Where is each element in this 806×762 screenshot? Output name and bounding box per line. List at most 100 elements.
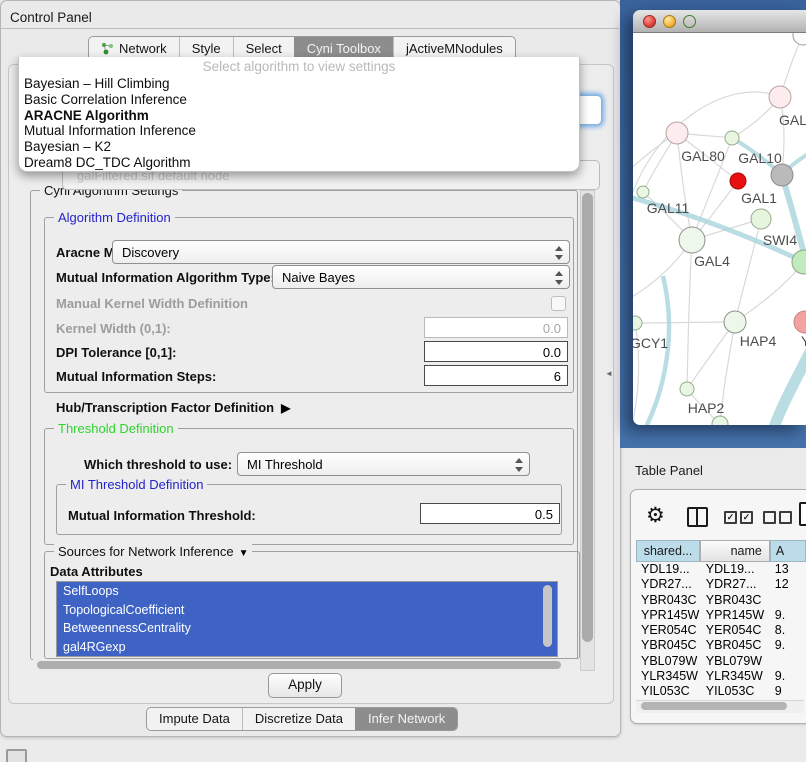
attribute-list-scrollbar[interactable]	[543, 585, 552, 647]
table-row[interactable]: YLR345WYLR345W9.	[636, 669, 806, 684]
table-row[interactable]: YDL19...YDL19...13	[636, 562, 806, 577]
column-header-name[interactable]: name	[700, 540, 769, 562]
table-cell	[771, 593, 806, 608]
tab-label: Impute Data	[159, 708, 230, 730]
table-cell: YBL079W	[701, 654, 771, 669]
network-node[interactable]	[712, 416, 728, 425]
column-header-next[interactable]: A	[770, 540, 806, 562]
control-panel-titlebar	[0, 0, 619, 29]
network-node[interactable]	[637, 186, 649, 198]
attribute-item[interactable]: TopologicalCoefficient	[57, 601, 557, 620]
mi-threshold-field[interactable]: 0.5	[420, 503, 560, 524]
deselect-all-checkbox-icon[interactable]	[763, 511, 776, 524]
dropdown-item[interactable]: Dream8 DC_TDC Algorithm	[19, 155, 579, 171]
control-panel-title: Control Panel	[10, 10, 92, 25]
settings-vertical-scrollbar-thumb[interactable]	[582, 193, 593, 642]
table-horizontal-scrollbar-thumb[interactable]	[641, 702, 787, 710]
network-window[interactable]: GALGAL80GAL10GAL1GAL11SWI4GAL4GCY1HAP4YH…	[633, 10, 806, 425]
dpi-tolerance-field[interactable]: 0.0	[424, 341, 568, 362]
group-title: Threshold Definition	[54, 421, 178, 436]
spinner-arrows-icon	[514, 458, 523, 472]
column-header-shared-name[interactable]: shared...	[636, 540, 700, 562]
dropdown-item[interactable]: Basic Correlation Inference	[19, 92, 579, 108]
table-cell: YBR043C	[701, 593, 771, 608]
tab-discretize-data[interactable]: Discretize Data	[242, 708, 355, 730]
mi-type-combo[interactable]: Naive Bayes	[272, 265, 570, 289]
table-row[interactable]: YIL053CYIL053C9	[636, 684, 806, 699]
table-cell: 13	[771, 562, 806, 577]
dpi-tolerance-label: DPI Tolerance [0,1]:	[56, 345, 176, 360]
network-node[interactable]	[771, 164, 793, 186]
manual-kernel-checkbox[interactable]	[551, 296, 566, 311]
network-node[interactable]	[725, 131, 739, 145]
network-canvas[interactable]: GALGAL80GAL10GAL1GAL11SWI4GAL4GCY1HAP4YH…	[633, 33, 806, 425]
table-cell: 9.	[771, 669, 806, 684]
close-traffic-light-icon[interactable]	[643, 15, 656, 28]
table-cell: YER054C	[636, 623, 701, 638]
gear-icon[interactable]: ⚙	[646, 503, 665, 528]
tab-label: Infer Network	[368, 708, 445, 730]
group-title: Algorithm Definition	[54, 210, 175, 225]
tab-impute-data[interactable]: Impute Data	[147, 708, 242, 730]
which-threshold-label: Which threshold to use:	[84, 457, 232, 472]
attribute-item[interactable]: SelfLoops	[57, 582, 557, 601]
table-row[interactable]: YBL079WYBL079W	[636, 654, 806, 669]
table-row[interactable]: YPR145WYPR145W9.	[636, 608, 806, 623]
columns-icon[interactable]	[687, 507, 708, 527]
node-label: GAL1	[741, 190, 777, 206]
network-node[interactable]	[680, 382, 694, 396]
dropdown-item[interactable]: ARACNE Algorithm	[19, 108, 579, 124]
select-all-checkbox-icon[interactable]: ✓	[724, 511, 737, 524]
node-label: GAL10	[738, 150, 782, 166]
network-node[interactable]	[666, 122, 688, 144]
network-node[interactable]	[792, 250, 806, 274]
dropdown-item[interactable]: Mutual Information Inference	[19, 123, 579, 139]
table-cell: YPR145W	[636, 608, 701, 623]
network-node[interactable]	[794, 311, 806, 333]
sources-expander[interactable]: Sources for Network Inference▼	[54, 544, 252, 559]
table-cell: YER054C	[701, 623, 771, 638]
network-node[interactable]	[679, 227, 705, 253]
data-attributes-list[interactable]: SelfLoopsTopologicalCoefficientBetweenne…	[56, 581, 558, 657]
node-label: HAP2	[688, 400, 725, 416]
network-window-titlebar[interactable]	[633, 10, 806, 33]
document-icon[interactable]	[799, 502, 806, 526]
aracne-mode-combo[interactable]: Discovery	[112, 240, 570, 264]
minimize-traffic-light-icon[interactable]	[663, 15, 676, 28]
kernel-width-field[interactable]: 0.0	[424, 317, 568, 338]
table-row[interactable]: YBR043CYBR043C	[636, 593, 806, 608]
apply-button[interactable]: Apply	[268, 673, 342, 698]
dropdown-items: Bayesian – Hill ClimbingBasic Correlatio…	[19, 76, 579, 171]
node-label: GCY1	[633, 335, 668, 351]
tab-infer-network[interactable]: Infer Network	[355, 708, 457, 730]
mi-threshold-label: Mutual Information Threshold:	[68, 508, 256, 523]
network-node[interactable]	[633, 316, 642, 330]
table-row[interactable]: YER054CYER054C8.	[636, 623, 806, 638]
attribute-item[interactable]: BetweennessCentrality	[57, 619, 557, 638]
spinner-arrows-icon	[554, 246, 563, 260]
network-node[interactable]	[769, 86, 791, 108]
dropdown-item[interactable]: Bayesian – K2	[19, 139, 579, 155]
network-node[interactable]	[793, 33, 806, 45]
dropdown-item[interactable]: Bayesian – Hill Climbing	[19, 76, 579, 92]
combo-value: Discovery	[122, 245, 179, 260]
node-label: SWI4	[763, 232, 797, 248]
network-node[interactable]	[751, 209, 771, 229]
select-all-checkbox-icon[interactable]: ✓	[740, 511, 753, 524]
deselect-all-checkbox-icon[interactable]	[779, 511, 792, 524]
table-row[interactable]: YDR27...YDR27...12	[636, 577, 806, 592]
table-row[interactable]: YBR045CYBR045C9.	[636, 638, 806, 653]
table-cell: 9.	[771, 638, 806, 653]
zoom-traffic-light-icon[interactable]	[683, 15, 696, 28]
minimized-panel-icon[interactable]	[6, 749, 27, 762]
panel-divider-grip[interactable]: ◄	[605, 369, 613, 378]
which-threshold-combo[interactable]: MI Threshold	[237, 452, 530, 476]
network-node[interactable]	[724, 311, 746, 333]
mi-steps-field[interactable]: 6	[424, 365, 568, 386]
attribute-item[interactable]: gal4RGexp	[57, 638, 557, 657]
table-cell: YBL079W	[636, 654, 701, 669]
network-node[interactable]	[730, 173, 746, 189]
settings-horizontal-scrollbar-thumb[interactable]	[37, 661, 561, 669]
node-label: GAL80	[681, 148, 725, 164]
hub-definition-expander[interactable]: Hub/Transcription Factor Definition▶	[56, 400, 290, 415]
